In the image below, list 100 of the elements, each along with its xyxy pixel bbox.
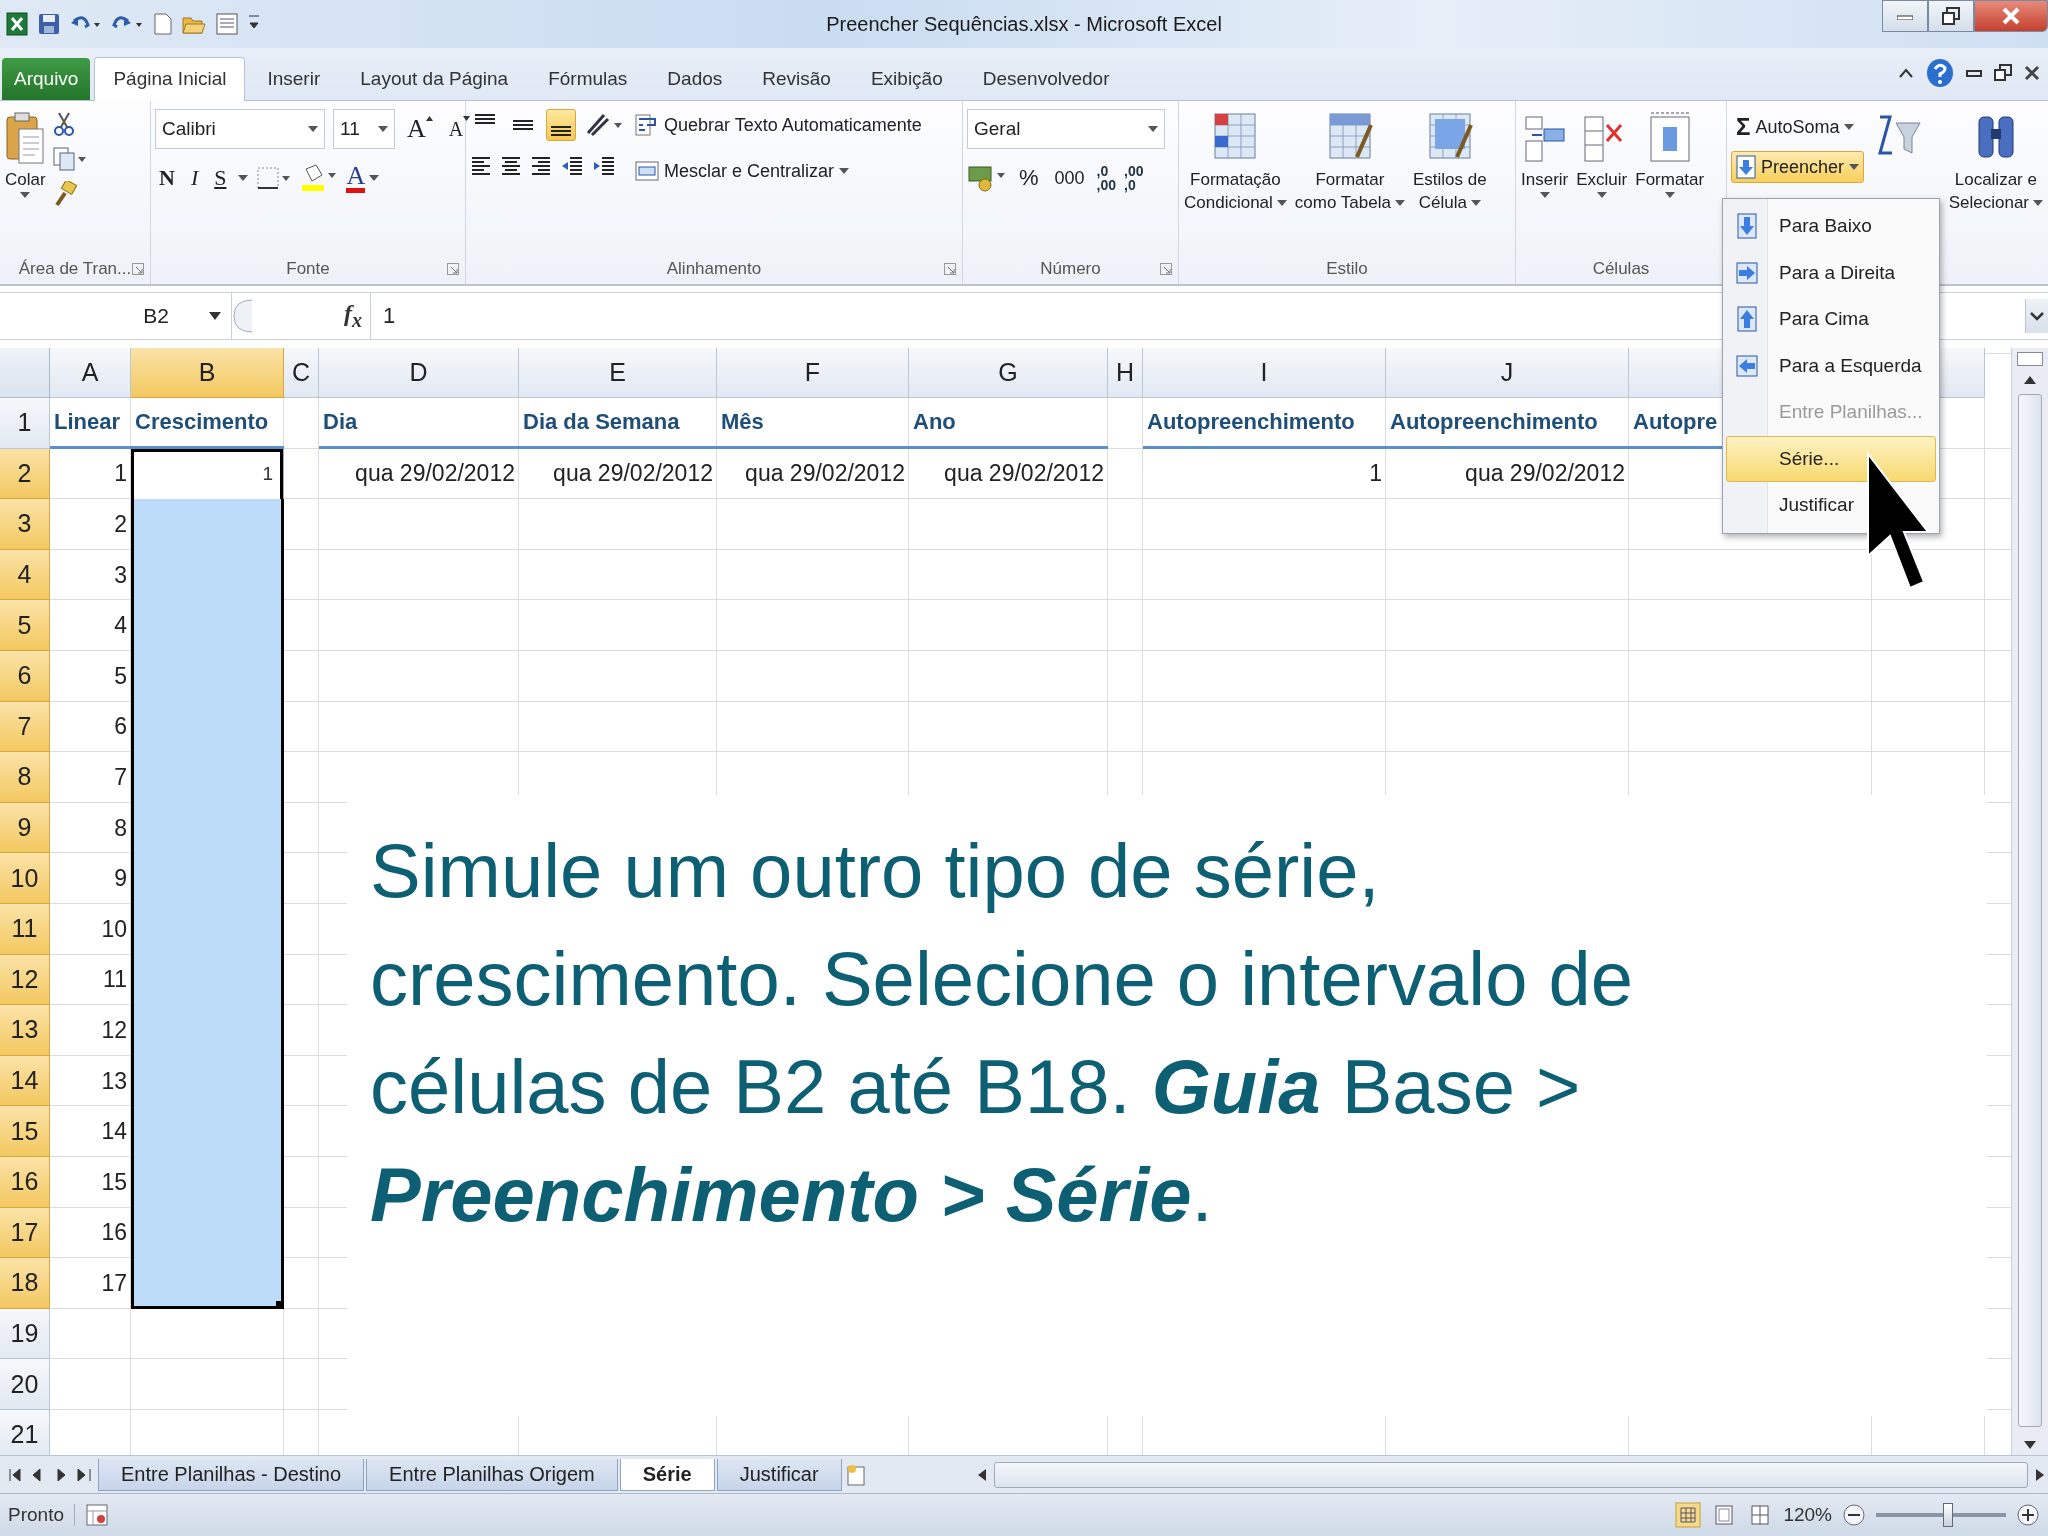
format-table-button[interactable]: Formatar como Tabela [1293, 109, 1406, 215]
wrap-text-button[interactable]: Quebrar Texto Automaticamente [630, 109, 927, 141]
minimize-icon[interactable] [1897, 12, 1913, 20]
excel-logo-icon[interactable] [6, 12, 28, 36]
slider-thumb[interactable] [1942, 1503, 1953, 1527]
macro-record-icon[interactable] [85, 1503, 109, 1527]
fill-handle[interactable] [276, 1300, 284, 1309]
name-box[interactable]: B2 [0, 293, 232, 339]
row-header[interactable]: 2 [0, 448, 50, 500]
expand-formula-bar-icon[interactable] [2025, 299, 2048, 333]
row-header[interactable]: 9 [0, 802, 50, 854]
zoom-out-icon[interactable] [1842, 1503, 1866, 1527]
row-header[interactable]: 10 [0, 853, 50, 904]
minimize-icon[interactable] [1966, 68, 1982, 78]
italic-button[interactable]: I [186, 163, 203, 193]
decrease-indent-icon[interactable] [560, 155, 584, 177]
print-preview-icon[interactable] [216, 13, 238, 35]
close-icon[interactable] [2024, 65, 2040, 81]
row-header[interactable]: 6 [0, 650, 50, 702]
borders-icon[interactable] [256, 166, 293, 190]
column-header[interactable]: B [131, 348, 284, 398]
row-header[interactable]: 20 [0, 1359, 50, 1410]
row-header[interactable]: 13 [0, 1005, 50, 1056]
font-name-dropdown[interactable]: Calibri [155, 109, 325, 149]
zoom-level[interactable]: 120% [1783, 1504, 1832, 1526]
row-header[interactable]: 4 [0, 549, 50, 601]
menu-item[interactable]: Justificar [1726, 482, 1936, 529]
menu-item[interactable]: Para a Direita [1726, 249, 1936, 296]
column-header[interactable]: H [1108, 348, 1143, 398]
font-size-dropdown[interactable]: 11 [333, 109, 395, 149]
row-header[interactable]: 15 [0, 1106, 50, 1157]
restore-icon[interactable] [1942, 7, 1960, 25]
row-header[interactable]: 21 [0, 1409, 50, 1455]
column-header[interactable]: I [1143, 348, 1386, 398]
column-header[interactable]: D [319, 348, 519, 398]
dialog-launcher-icon[interactable] [944, 263, 956, 275]
paste-button[interactable]: Colar [4, 109, 47, 200]
row-header[interactable]: 5 [0, 600, 50, 651]
ribbon-tab[interactable]: Desenvolvedor [964, 58, 1128, 100]
conditional-format-button[interactable]: Formatação Condicional [1183, 109, 1288, 215]
row-header[interactable]: 16 [0, 1156, 50, 1208]
column-header[interactable]: A [50, 348, 131, 398]
column-header[interactable]: E [519, 348, 717, 398]
menu-item[interactable]: Série... [1726, 435, 1936, 482]
column-header[interactable]: G [909, 348, 1108, 398]
scrollbar-thumb[interactable] [2018, 394, 2042, 1427]
minimize-ribbon-icon[interactable] [1898, 67, 1914, 79]
fill-button[interactable]: Preencher [1731, 151, 1865, 183]
merge-center-button[interactable]: Mesclar e Centralizar [630, 155, 927, 187]
underline-button[interactable]: S [210, 163, 231, 193]
ribbon-tab[interactable]: Fórmulas [530, 58, 646, 100]
caret-icon[interactable] [238, 175, 249, 181]
row-header[interactable]: 19 [0, 1308, 50, 1360]
sheet-tab[interactable]: Série [619, 1458, 715, 1491]
shrink-font-button[interactable]: A [444, 114, 475, 144]
row-header[interactable]: 1 [0, 398, 50, 449]
sheet-tab[interactable]: Entre Planilhas Origem [366, 1458, 618, 1491]
paint-bucket-icon[interactable] [300, 163, 339, 193]
ribbon-tab[interactable]: Layout da Página [342, 58, 527, 100]
column-header[interactable]: F [717, 348, 909, 398]
row-header[interactable]: 14 [0, 1055, 50, 1107]
dialog-launcher-icon[interactable] [447, 263, 459, 275]
autosum-button[interactable]: Σ AutoSoma [1731, 109, 1865, 145]
increase-indent-icon[interactable] [592, 155, 616, 177]
menu-item[interactable]: Para Cima [1726, 296, 1936, 343]
increase-decimal-button[interactable]: ,0 ,00 [1096, 164, 1117, 192]
insert-function-button[interactable]: f$_{x}$ [344, 300, 362, 332]
ribbon-tab[interactable]: Inserir [249, 58, 339, 100]
normal-view-icon[interactable] [1675, 1502, 1702, 1528]
help-icon[interactable] [1926, 58, 1954, 88]
menu-item[interactable]: Para Baixo [1726, 203, 1936, 250]
restore-icon[interactable] [1994, 64, 2012, 82]
thousands-button[interactable]: 000 [1050, 163, 1089, 193]
row-header[interactable]: 7 [0, 701, 50, 753]
text-orientation-icon[interactable] [584, 111, 624, 139]
column-header[interactable]: C [284, 348, 319, 398]
find-select-button[interactable]: Localizar e Selecionar [1947, 109, 2044, 215]
grow-font-button[interactable]: A [403, 114, 437, 144]
dialog-launcher-icon[interactable] [132, 263, 144, 275]
number-format-dropdown[interactable]: Geral [967, 109, 1165, 149]
sheet-tab[interactable]: Entre Planilhas - Destino [98, 1458, 365, 1491]
percent-button[interactable]: % [1015, 163, 1043, 193]
row-header[interactable]: 17 [0, 1207, 50, 1259]
bold-button[interactable]: N [155, 163, 179, 193]
scissors-icon[interactable] [52, 111, 75, 137]
row-header[interactable]: 3 [0, 499, 50, 550]
align-center-icon[interactable] [500, 155, 522, 177]
zoom-in-icon[interactable] [2016, 1503, 2040, 1527]
copy-icon[interactable] [52, 147, 87, 171]
align-left-icon[interactable] [470, 155, 492, 177]
vertical-align-button[interactable] [546, 109, 576, 141]
ribbon-tab[interactable]: Página Inicial [94, 57, 246, 101]
sheet-tab[interactable]: Justificar [716, 1458, 842, 1491]
scrollbar-thumb[interactable] [993, 1461, 2028, 1488]
ribbon-tab[interactable]: Revisão [744, 58, 849, 100]
format-cells-button[interactable]: Formatar [1634, 109, 1706, 200]
row-header[interactable]: 18 [0, 1258, 50, 1309]
menu-item[interactable]: Para a Esquerda [1726, 342, 1936, 389]
ribbon-tab[interactable]: Dados [649, 58, 741, 100]
dialog-launcher-icon[interactable] [1160, 263, 1172, 275]
